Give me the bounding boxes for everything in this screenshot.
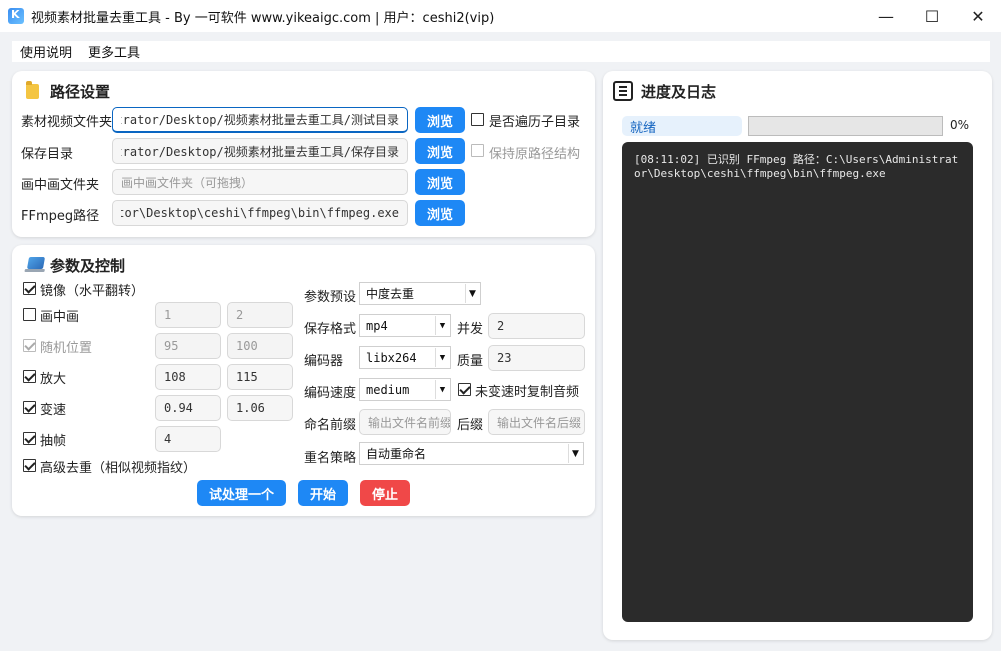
pip-min-input[interactable]: 1 bbox=[155, 302, 221, 328]
preset-label: 参数预设 bbox=[304, 290, 357, 305]
save-dir-label: 保存目录 bbox=[21, 147, 74, 162]
pip-max-input[interactable]: 2 bbox=[227, 302, 293, 328]
format-label: 保存格式 bbox=[304, 322, 357, 337]
save-dir-input[interactable]: C:/Users/Administrator/Desktop/视频素材批量去重工… bbox=[112, 138, 408, 164]
pip-label: 画中画 bbox=[40, 310, 80, 325]
zoom-min-input[interactable]: 108 bbox=[155, 364, 221, 390]
folder-icon bbox=[26, 81, 39, 99]
concurrency-input[interactable]: 2 bbox=[488, 313, 585, 339]
ffmpeg-path-input[interactable]: C:\Users\Administrator\Desktop\ceshi\ffm… bbox=[112, 200, 408, 226]
menu-usage[interactable]: 使用说明 bbox=[12, 42, 80, 61]
chevron-down-icon: ▼ bbox=[435, 348, 449, 367]
log-panel-title: 进度及日志 bbox=[641, 83, 717, 101]
random-pos-max-input[interactable]: 100 bbox=[227, 333, 293, 359]
close-button[interactable]: ✕ bbox=[955, 0, 1001, 32]
source-folder-label: 素材视频文件夹 bbox=[21, 115, 113, 130]
path-settings-panel: 路径设置 素材视频文件夹 C:/Users/Administrator/Desk… bbox=[12, 71, 595, 237]
source-browse-button[interactable]: 浏览 bbox=[415, 107, 465, 133]
prefix-label: 命名前缀 bbox=[304, 418, 357, 433]
app-icon bbox=[8, 8, 24, 24]
suffix-label: 后缀 bbox=[457, 418, 484, 433]
speed-min-input[interactable]: 0.94 bbox=[155, 395, 221, 421]
zoom-label: 放大 bbox=[40, 372, 67, 387]
chevron-down-icon: ▼ bbox=[568, 444, 582, 463]
menu-more-tools[interactable]: 更多工具 bbox=[80, 42, 148, 61]
log-output[interactable]: [08:11:02] 已识别 FFmpeg 路径：C:\Users\Admini… bbox=[622, 142, 973, 622]
speed-checkbox[interactable] bbox=[23, 401, 36, 414]
copy-audio-checkbox[interactable] bbox=[458, 383, 471, 396]
preset-select[interactable]: 中度去重 ▼ bbox=[359, 282, 481, 305]
source-folder-input[interactable]: C:/Users/Administrator/Desktop/视频素材批量去重工… bbox=[112, 107, 408, 133]
pip-folder-label: 画中画文件夹 bbox=[21, 178, 100, 193]
speed-label: 变速 bbox=[40, 403, 67, 418]
zoom-max-input[interactable]: 115 bbox=[227, 364, 293, 390]
drop-frames-checkbox[interactable] bbox=[23, 432, 36, 445]
zoom-checkbox[interactable] bbox=[23, 370, 36, 383]
keep-structure-checkbox[interactable] bbox=[471, 144, 484, 157]
pip-checkbox[interactable] bbox=[23, 308, 36, 321]
title-bar: 视频素材批量去重工具 - By 一可软件 www.yikeaigc.com | … bbox=[0, 0, 1001, 32]
prefix-input[interactable]: 输出文件名前缀 bbox=[359, 409, 451, 435]
quality-input[interactable]: 23 bbox=[488, 345, 585, 371]
quality-label: 质量 bbox=[457, 354, 484, 369]
format-select[interactable]: mp4 ▼ bbox=[359, 314, 451, 337]
maximize-button[interactable]: ☐ bbox=[909, 0, 955, 32]
params-panel-title: 参数及控制 bbox=[50, 257, 126, 275]
progress-text: 0% bbox=[950, 118, 970, 132]
chevron-down-icon: ▼ bbox=[465, 284, 479, 303]
rename-label: 重名策略 bbox=[304, 451, 357, 466]
ffmpeg-path-label: FFmpeg路径 bbox=[21, 209, 100, 224]
enc-speed-select[interactable]: medium ▼ bbox=[359, 378, 451, 401]
random-pos-label: 随机位置 bbox=[40, 341, 93, 356]
drop-frames-label: 抽帧 bbox=[40, 434, 67, 449]
encoder-label: 编码器 bbox=[304, 354, 344, 369]
pip-browse-button[interactable]: 浏览 bbox=[415, 169, 465, 195]
advanced-checkbox[interactable] bbox=[23, 459, 36, 472]
laptop-icon bbox=[26, 257, 46, 269]
save-browse-button[interactable]: 浏览 bbox=[415, 138, 465, 164]
window-title: 视频素材批量去重工具 - By 一可软件 www.yikeaigc.com | … bbox=[31, 10, 495, 26]
suffix-input[interactable]: 输出文件名后缀 bbox=[488, 409, 585, 435]
trial-button[interactable]: 试处理一个 bbox=[197, 480, 286, 506]
advanced-label: 高级去重（相似视频指纹） bbox=[40, 461, 197, 476]
encoder-select[interactable]: libx264 ▼ bbox=[359, 346, 451, 369]
random-pos-min-input[interactable]: 95 bbox=[155, 333, 221, 359]
minimize-button[interactable]: — bbox=[863, 0, 909, 32]
mirror-label: 镜像（水平翻转） bbox=[40, 284, 145, 299]
start-button[interactable]: 开始 bbox=[298, 480, 348, 506]
chevron-down-icon: ▼ bbox=[435, 380, 449, 399]
rename-select[interactable]: 自动重命名 ▼ bbox=[359, 442, 584, 465]
log-panel: 进度及日志 就绪 0% [08:11:02] 已识别 FFmpeg 路径：C:\… bbox=[603, 71, 992, 640]
mirror-checkbox[interactable] bbox=[23, 282, 36, 295]
params-panel: 参数及控制 镜像（水平翻转） 画中画 1 2 随机位置 95 100 放大 10… bbox=[12, 245, 595, 516]
keep-structure-label: 保持原路径结构 bbox=[489, 147, 581, 162]
concurrency-label: 并发 bbox=[457, 322, 484, 337]
chevron-down-icon: ▼ bbox=[435, 316, 449, 335]
copy-audio-label: 未变速时复制音频 bbox=[475, 385, 580, 400]
stop-button[interactable]: 停止 bbox=[360, 480, 410, 506]
pip-folder-input[interactable]: 画中画文件夹（可拖拽） bbox=[112, 169, 408, 195]
random-pos-checkbox[interactable] bbox=[23, 339, 36, 352]
progress-bar bbox=[748, 116, 943, 136]
drop-frames-input[interactable]: 4 bbox=[155, 426, 221, 452]
status-badge: 就绪 bbox=[622, 116, 742, 136]
recurse-subdirs-label: 是否遍历子目录 bbox=[489, 115, 581, 130]
list-icon bbox=[613, 81, 633, 101]
path-panel-title: 路径设置 bbox=[50, 83, 111, 101]
speed-max-input[interactable]: 1.06 bbox=[227, 395, 293, 421]
recurse-subdirs-checkbox[interactable] bbox=[471, 113, 484, 126]
ffmpeg-browse-button[interactable]: 浏览 bbox=[415, 200, 465, 226]
enc-speed-label: 编码速度 bbox=[304, 386, 357, 401]
menu-bar: 使用说明 更多工具 bbox=[12, 41, 990, 62]
